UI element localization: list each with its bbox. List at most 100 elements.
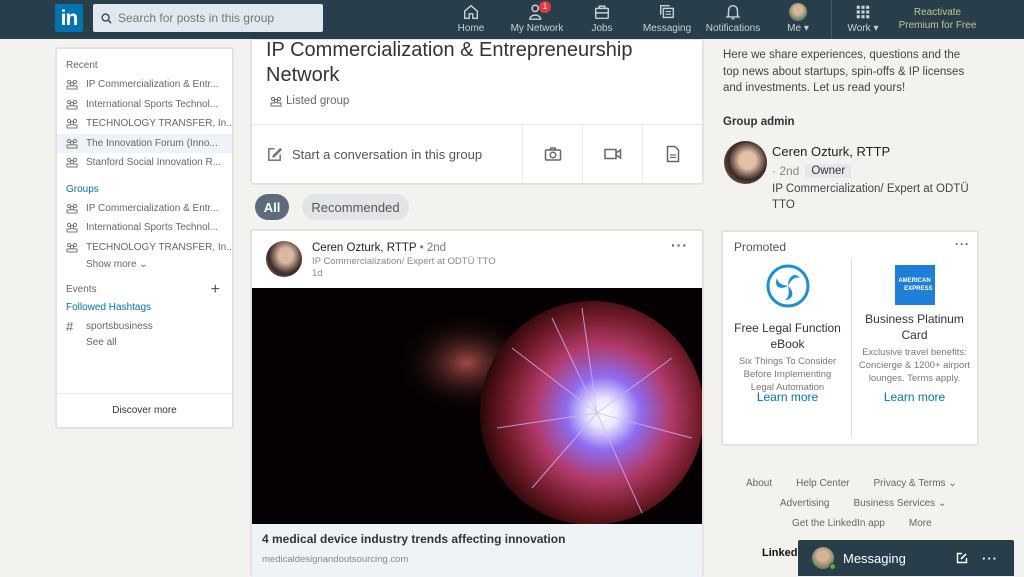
post-author[interactable]: Ceren Ozturk, RTTP • 2nd — [312, 242, 446, 254]
sidebar-group-item[interactable]: Stanford Social Innovation R... — [57, 153, 232, 173]
compose-icon — [268, 147, 282, 161]
nav-divider — [831, 0, 832, 39]
group-description: Here we share experiences, questions and… — [723, 49, 965, 94]
show-more-button[interactable]: Show more ⌄ — [57, 259, 232, 270]
sidebar-group-item[interactable]: International Sports Technol... — [57, 218, 232, 238]
sidebar-group-item[interactable]: IP Commercialization & Entr... — [57, 75, 232, 95]
learn-more-link[interactable]: Learn more — [852, 390, 977, 404]
camera-icon — [544, 147, 561, 161]
post-image[interactable] — [252, 288, 702, 524]
promoted-label: Promoted — [734, 240, 787, 254]
footer-more[interactable]: More — [909, 518, 932, 529]
sidebar-group-item[interactable]: IP Commercialization & Entr... — [57, 199, 232, 219]
document-button[interactable] — [642, 125, 702, 183]
followed-hashtags-label[interactable]: Followed Hashtags — [57, 302, 232, 313]
briefcase-icon — [594, 5, 610, 20]
ad-legal-ebook[interactable]: Free Legal Function eBook Six Things To … — [725, 260, 850, 394]
group-item-label: IP Commercialization & Entr... — [86, 79, 219, 91]
group-icon — [66, 242, 78, 253]
add-event-icon[interactable]: + — [211, 282, 220, 298]
search-box[interactable] — [93, 4, 323, 32]
see-all-link[interactable]: See all — [57, 337, 232, 348]
start-conversation-button[interactable]: Start a conversation in this group — [252, 125, 522, 183]
messaging-label: Messaging — [843, 550, 906, 566]
home-icon — [463, 4, 479, 20]
group-header-card: IP Commercialization & Entrepreneurship … — [251, 39, 703, 184]
feed-post: Ceren Ozturk, RTTP • 2nd IP Commercializ… — [251, 230, 703, 577]
sidebar-group-item[interactable]: The Innovation Forum (Inno... — [57, 133, 232, 153]
nav-me-label: Me ▾ — [787, 23, 809, 34]
post-more-icon[interactable]: ··· — [671, 237, 688, 253]
video-button[interactable] — [582, 125, 642, 183]
nav-work[interactable]: Work ▾ — [842, 3, 884, 37]
premium-line1: Reactivate — [913, 7, 962, 18]
messaging-bar[interactable]: Messaging ··· — [798, 540, 1014, 576]
sidebar-group-item[interactable]: TECHNOLOGY TRANSFER, In... — [57, 114, 232, 134]
swirl-logo-icon — [766, 264, 809, 308]
footer-app[interactable]: Get the LinkedIn app — [792, 518, 885, 529]
footer-about[interactable]: About — [746, 478, 772, 489]
admin-headline: IP Commercialization/ Expert at ODTÜ TTO — [772, 183, 969, 211]
admin-avatar[interactable] — [724, 141, 767, 184]
premium-line2: Premium for Free — [898, 20, 977, 31]
group-icon — [66, 99, 78, 110]
recent-label: Recent — [66, 60, 98, 71]
link-source: medicaldesignandoutsourcing.com — [262, 554, 409, 565]
post-author-avatar[interactable] — [266, 241, 302, 277]
filter-all[interactable]: All — [255, 194, 289, 220]
discover-more-button[interactable]: Discover more — [57, 393, 232, 427]
link-preview[interactable]: 4 medical device industry trends affecti… — [252, 524, 702, 577]
left-sidebar: Recent IP Commercialization & Entr... Int… — [56, 48, 233, 428]
nav-home[interactable]: Home — [456, 3, 486, 37]
promoted-more-icon[interactable]: ··· — [955, 237, 970, 251]
events-label[interactable]: Events — [57, 284, 97, 296]
nav-my-network-label: My Network — [510, 23, 564, 34]
group-icon — [66, 138, 78, 149]
nav-me[interactable]: Me ▾ — [782, 3, 814, 37]
ad-description: Six Things To Consider Before Implementi… — [738, 356, 837, 393]
nav-jobs[interactable]: Jobs — [588, 3, 616, 37]
group-item-label: International Sports Technol... — [86, 222, 219, 234]
top-nav: in Home 1 My Network Jobs Messaging Noti… — [0, 0, 1024, 39]
messaging-avatar — [812, 547, 836, 570]
footer-privacy[interactable]: Privacy & Terms ⌄ — [874, 478, 957, 489]
sidebar-group-item[interactable]: TECHNOLOGY TRANSFER, In... — [57, 238, 232, 258]
footer-help[interactable]: Help Center — [796, 478, 849, 489]
nav-my-network[interactable]: 1 My Network — [506, 1, 568, 37]
groups-label[interactable]: Groups — [57, 184, 232, 195]
ad-amex[interactable]: AMERICAN EXPRESS Business Platinum Card E… — [852, 260, 977, 385]
footer-row-1: About Help Center Privacy & Terms ⌄ — [746, 478, 957, 489]
sidebar-group-item[interactable]: International Sports Technol... — [57, 95, 232, 115]
premium-link[interactable]: Reactivate Premium for Free — [895, 6, 980, 32]
group-icon — [66, 223, 78, 233]
compose-message-icon[interactable] — [956, 552, 968, 564]
nav-messaging-label: Messaging — [642, 23, 692, 34]
ad-title: Free Legal Function eBook — [734, 321, 841, 351]
linkedin-logo[interactable]: in — [55, 4, 83, 32]
share-box: Start a conversation in this group — [252, 124, 702, 183]
search-icon — [101, 12, 112, 24]
nav-messaging[interactable]: Messaging — [642, 3, 692, 37]
document-icon — [666, 145, 679, 163]
notification-badge: 1 — [539, 1, 551, 13]
admin-name[interactable]: Ceren Ozturk, RTTP — [772, 144, 890, 159]
plasma-ball-image — [397, 301, 702, 524]
group-title: IP Commercialization & Entrepreneurship … — [266, 39, 633, 86]
group-icon — [270, 96, 282, 106]
group-item-label: IP Commercialization & Entr... — [86, 202, 219, 214]
filter-recommended[interactable]: Recommended — [302, 194, 409, 220]
hashtag-item[interactable]: # sportsbusiness — [57, 317, 232, 337]
amex-logo: AMERICAN EXPRESS — [894, 265, 935, 305]
footer-advertising[interactable]: Advertising — [780, 498, 829, 509]
search-input[interactable] — [118, 11, 308, 25]
post-degree: • 2nd — [419, 242, 447, 254]
photo-button[interactable] — [522, 125, 582, 183]
nav-notifications-label: Notifications — [705, 23, 761, 34]
footer-brand: Linked — [762, 547, 798, 559]
online-indicator — [829, 563, 836, 570]
nav-notifications[interactable]: Notifications — [703, 3, 763, 37]
footer-business[interactable]: Business Services ⌄ — [853, 498, 946, 509]
messaging-more-icon[interactable]: ··· — [982, 551, 998, 566]
grid-icon — [856, 5, 870, 19]
learn-more-link[interactable]: Learn more — [725, 390, 850, 404]
